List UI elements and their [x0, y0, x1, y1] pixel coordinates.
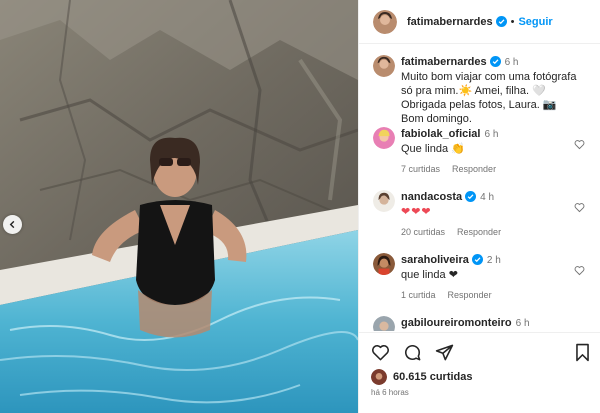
- comment-meta: 1 curtida Responder: [401, 288, 581, 302]
- comment-avatar[interactable]: [373, 316, 395, 331]
- verified-icon: [495, 16, 507, 27]
- comment-username[interactable]: gabiloureiromonteiro: [401, 317, 512, 329]
- like-comment-button[interactable]: [574, 200, 585, 218]
- bookmark-icon: [576, 343, 589, 362]
- comment-time[interactable]: 2 h: [487, 255, 501, 266]
- verified-icon: [465, 191, 477, 202]
- comment-text: ❤❤❤: [401, 206, 432, 218]
- comment-likes[interactable]: 20 curtidas: [401, 227, 445, 237]
- separator-dot: •: [510, 15, 515, 28]
- comments-list[interactable]: fatimabernardes 6 h Muito bom viajar com …: [359, 45, 600, 331]
- caption-avatar[interactable]: [373, 55, 395, 77]
- likes-count[interactable]: 60.615 curtidas: [393, 371, 473, 383]
- comment-time[interactable]: 4 h: [480, 192, 494, 203]
- likes-summary[interactable]: 60.615 curtidas: [371, 369, 473, 385]
- save-button[interactable]: [574, 343, 591, 367]
- comment-username[interactable]: nandacosta: [401, 191, 462, 203]
- post-photo: [0, 0, 358, 413]
- caption-username[interactable]: fatimabernardes: [401, 56, 487, 68]
- comment-meta: 20 curtidas Responder: [401, 225, 581, 239]
- post-timestamp[interactable]: há 6 horas: [371, 388, 409, 397]
- comment-avatar[interactable]: [373, 190, 395, 212]
- heart-outline-icon: [574, 266, 585, 276]
- post-actions: 60.615 curtidas há 6 horas: [359, 332, 600, 413]
- comment-button[interactable]: [403, 343, 422, 367]
- comment-username[interactable]: saraholiveira: [401, 254, 469, 266]
- chevron-left-icon: [9, 220, 15, 229]
- pool-photo-illustration: [0, 0, 358, 413]
- comment-avatar[interactable]: [373, 127, 395, 149]
- share-icon: [435, 344, 454, 361]
- verified-icon: [489, 56, 501, 67]
- author-avatar[interactable]: [373, 9, 397, 34]
- comment-time[interactable]: 6 h: [516, 318, 530, 329]
- share-button[interactable]: [435, 343, 454, 367]
- reply-button[interactable]: Responder: [452, 164, 496, 174]
- reply-button[interactable]: Responder: [448, 290, 492, 300]
- heart-outline-icon: [574, 203, 585, 213]
- comment-likes[interactable]: 7 curtidas: [401, 164, 440, 174]
- like-comment-button[interactable]: [574, 137, 585, 155]
- caption-time[interactable]: 6 h: [505, 57, 519, 68]
- reply-button[interactable]: Responder: [457, 227, 501, 237]
- comment-text: Que linda 👏: [401, 143, 465, 155]
- follow-button[interactable]: Seguir: [518, 16, 552, 28]
- previous-photo-button[interactable]: [3, 215, 22, 234]
- comment-meta: 7 curtidas Responder: [401, 162, 581, 176]
- verified-icon: [471, 254, 483, 265]
- comment-text: que linda ❤: [401, 269, 458, 281]
- like-comment-button[interactable]: [574, 263, 585, 281]
- comment-username[interactable]: fabiolak_oficial: [401, 128, 480, 140]
- liker-avatar: [371, 369, 387, 385]
- comment-icon: [404, 344, 421, 361]
- comment-avatar[interactable]: [373, 253, 395, 275]
- post-side-panel: fatimabernardes • Seguir fatimabernardes…: [358, 0, 600, 413]
- comment-likes[interactable]: 1 curtida: [401, 290, 436, 300]
- heart-outline-icon: [574, 140, 585, 150]
- comment-time[interactable]: 6 h: [484, 129, 498, 140]
- caption-text: Muito bom viajar com uma fotógrafa só pr…: [401, 71, 577, 125]
- heart-outline-icon: [372, 344, 389, 361]
- like-button[interactable]: [371, 343, 390, 367]
- author-username[interactable]: fatimabernardes: [407, 16, 493, 28]
- post-header: fatimabernardes • Seguir: [359, 0, 600, 44]
